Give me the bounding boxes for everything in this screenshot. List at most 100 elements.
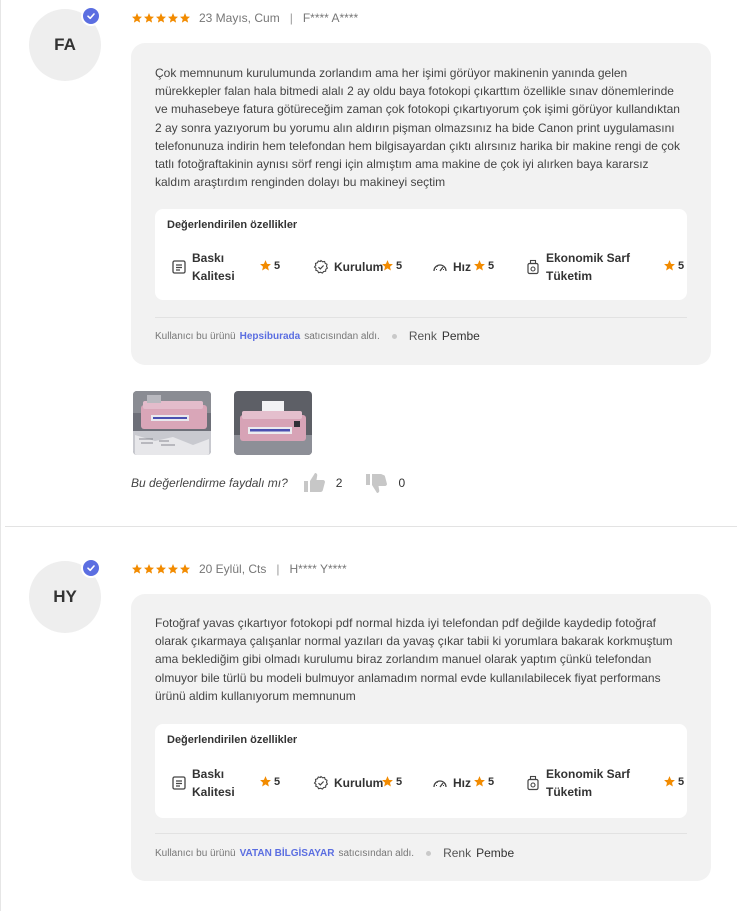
- seller-info: Kullanıcı bu ürünü VATAN BİLGİSAYAR satı…: [155, 846, 514, 860]
- reviewer-name: F**** A****: [302, 11, 359, 25]
- review-meta: 23 Mayıs, Cum | F**** A****: [131, 10, 358, 26]
- feature-label: Ekonomik Sarf Tüketim: [546, 767, 631, 799]
- review-date: 20 Eylül, Cts: [199, 562, 267, 576]
- verified-badge-icon: [81, 558, 101, 578]
- color-label: Renk: [408, 329, 437, 343]
- star-icon: [474, 260, 485, 271]
- feature-label: Kurulum: [334, 260, 384, 274]
- star-icon: [260, 776, 271, 787]
- ink-bottle-icon: [525, 775, 541, 791]
- like-button[interactable]: 2: [302, 471, 343, 495]
- star-icon: [180, 564, 190, 574]
- feature-score-value: 5: [678, 259, 685, 272]
- feature-label: Hız: [453, 776, 471, 790]
- dot-separator: [426, 850, 432, 856]
- feature-print-quality: Baskı Kalitesi: [171, 249, 261, 285]
- dislike-count: 0: [398, 476, 406, 490]
- star-icon: [260, 260, 271, 271]
- star-icon: [168, 564, 178, 574]
- reviewer-name: H**** Y****: [289, 562, 347, 576]
- helpful-row: Bu değerlendirme faydalı mı? 2 0: [131, 470, 405, 496]
- helpful-question: Bu değerlendirme faydalı mı?: [131, 476, 288, 490]
- feature-print-quality: Baskı Kalitesi: [171, 765, 261, 801]
- card-divider: [155, 833, 687, 834]
- thumbs-down-icon: [366, 474, 388, 493]
- star-icon: [168, 13, 178, 23]
- review-text: Fotoğraf yavas çıkartıyor fotokopi pdf n…: [155, 616, 673, 703]
- star-icon: [132, 564, 142, 574]
- verified-badge-icon: [81, 6, 101, 26]
- review-meta: 20 Eylül, Cts | H**** Y****: [131, 561, 347, 577]
- feature-label: Hız: [453, 260, 471, 274]
- feature-score: 5: [381, 259, 402, 272]
- feature-score: 5: [663, 259, 684, 272]
- star-icon: [382, 776, 393, 787]
- print-quality-icon: [171, 775, 187, 791]
- star-icon: [144, 13, 154, 23]
- feature-label: Ekonomik Sarf Tüketim: [546, 251, 631, 283]
- star-icon: [664, 260, 675, 271]
- color-value: Pembe: [476, 846, 515, 860]
- star-icon: [156, 13, 166, 23]
- color-label: Renk: [443, 846, 472, 860]
- feature-ink-economy: Ekonomik Sarf Tüketim: [525, 249, 645, 285]
- seller-link[interactable]: VATAN BİLGİSAYAR: [240, 848, 335, 859]
- dot-separator: [391, 333, 397, 339]
- feature-score: 5: [381, 775, 402, 788]
- star-icon: [382, 260, 393, 271]
- seller-suffix: satıcısından aldı.: [338, 847, 415, 859]
- review-card: Fotoğraf yavas çıkartıyor fotokopi pdf n…: [131, 594, 711, 881]
- feature-score: 5: [473, 775, 494, 788]
- feature-label: Baskı Kalitesi: [192, 767, 235, 799]
- rated-features-title: Değerlendirilen özellikler: [167, 734, 298, 746]
- seller-suffix: satıcısından aldı.: [304, 330, 380, 342]
- dislike-button[interactable]: 0: [364, 471, 405, 495]
- feature-score-value: 5: [274, 775, 281, 788]
- feature-score-value: 5: [488, 259, 495, 272]
- seller-info: Kullanıcı bu ürünü Hepsiburada satıcısın…: [155, 329, 480, 343]
- star-icon: [180, 13, 190, 23]
- card-divider: [155, 317, 687, 318]
- print-quality-icon: [171, 259, 187, 275]
- review-divider: [5, 526, 737, 527]
- feature-label: Baskı Kalitesi: [192, 251, 235, 283]
- setup-badge-icon: [313, 259, 329, 275]
- feature-score-value: 5: [488, 775, 495, 788]
- feature-score-value: 5: [396, 259, 403, 272]
- star-icon: [474, 776, 485, 787]
- avatar-initials: HY: [53, 587, 77, 606]
- avatar-initials: FA: [54, 35, 76, 54]
- star-icon: [156, 564, 166, 574]
- feature-speed: Hız: [432, 775, 471, 791]
- feature-score-value: 5: [274, 259, 281, 272]
- review-photo-2[interactable]: [234, 391, 312, 455]
- star-rating: [131, 563, 191, 575]
- setup-badge-icon: [313, 775, 329, 791]
- like-count: 2: [335, 476, 343, 490]
- speedometer-icon: [432, 259, 448, 275]
- review-date: 23 Mayıs, Cum: [199, 11, 280, 25]
- color-value: Pembe: [441, 329, 480, 343]
- feature-speed: Hız: [432, 259, 471, 275]
- star-icon: [144, 564, 154, 574]
- feature-score-value: 5: [396, 775, 403, 788]
- seller-prefix: Kullanıcı bu ürünü: [155, 330, 236, 342]
- rated-features-title: Değerlendirilen özellikler: [167, 219, 298, 231]
- feature-score: 5: [663, 775, 684, 788]
- feature-setup: Kurulum: [313, 259, 383, 275]
- star-icon: [664, 776, 675, 787]
- star-rating: [131, 12, 191, 24]
- feature-score: 5: [259, 259, 280, 272]
- review-photo-1[interactable]: [133, 391, 211, 455]
- feature-ink-economy: Ekonomik Sarf Tüketim: [525, 765, 645, 801]
- star-icon: [132, 13, 142, 23]
- feature-score: 5: [259, 775, 280, 788]
- speedometer-icon: [432, 775, 448, 791]
- meta-separator: |: [289, 11, 293, 25]
- feature-score: 5: [473, 259, 494, 272]
- feature-label: Kurulum: [334, 776, 384, 790]
- seller-link[interactable]: Hepsiburada: [240, 331, 301, 342]
- rated-features-box: Değerlendirilen özellikler Baskı Kalites…: [155, 724, 687, 818]
- review-text: Çok memnunum kurulumunda zorlandım ama h…: [155, 66, 680, 190]
- ink-bottle-icon: [525, 259, 541, 275]
